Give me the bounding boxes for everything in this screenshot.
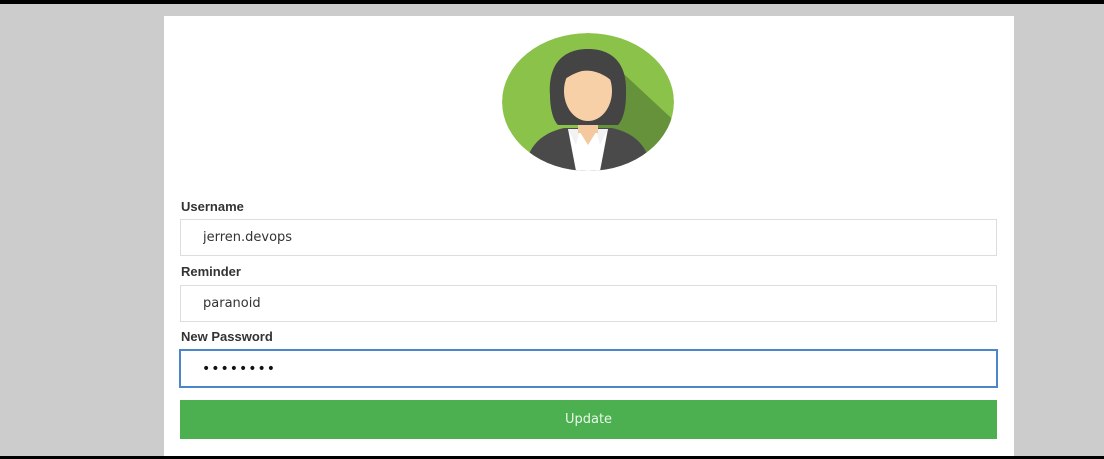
- username-input[interactable]: [180, 219, 997, 256]
- new-password-input[interactable]: [179, 349, 998, 388]
- page: Username Reminder New Password Update: [0, 0, 1104, 459]
- update-password-card: Username Reminder New Password Update: [164, 16, 1014, 456]
- reminder-label: Reminder: [181, 264, 241, 279]
- reminder-input[interactable]: [180, 285, 997, 322]
- new-password-label: New Password: [181, 329, 273, 344]
- user-avatar-icon: [502, 33, 674, 171]
- username-label: Username: [181, 199, 244, 214]
- update-button[interactable]: Update: [180, 400, 997, 439]
- top-border: [0, 0, 1104, 4]
